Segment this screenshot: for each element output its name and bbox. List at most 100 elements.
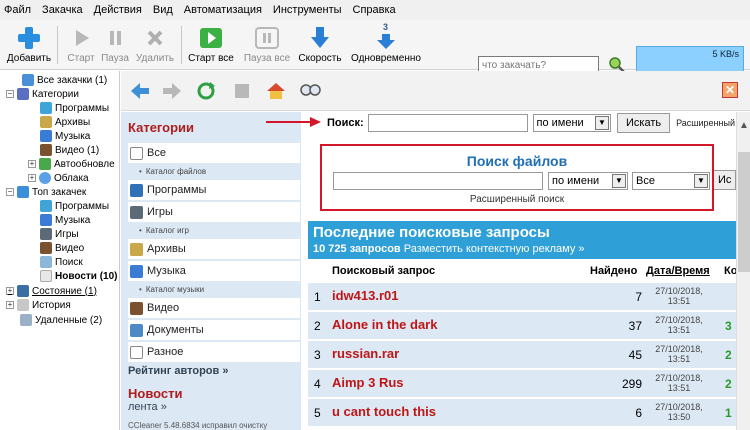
tree-item-all[interactable]: Все закачки (1)	[22, 73, 107, 87]
query-link[interactable]: Aimp 3 Rus	[332, 375, 404, 390]
search-button[interactable]: Искать	[616, 113, 671, 133]
menu-download[interactable]: Закачка	[42, 4, 83, 16]
query-link[interactable]: u cant touch this	[332, 404, 436, 419]
tree-item-top-programs[interactable]: Программы	[40, 199, 109, 213]
place-ad-link[interactable]: Разместить контекстную рекламу »	[404, 243, 585, 255]
menu-actions[interactable]: Действия	[94, 4, 142, 16]
category-sub-files[interactable]: Каталог файлов	[139, 167, 206, 176]
category-games[interactable]: Игры	[128, 202, 300, 222]
vertical-scrollbar[interactable]: ▲	[736, 112, 750, 430]
advanced-search-link[interactable]: Расширенный	[676, 118, 735, 128]
category-music[interactable]: Музыка	[128, 261, 300, 281]
play-icon	[68, 26, 94, 50]
collapse-icon[interactable]: −	[6, 90, 14, 98]
category-video[interactable]: Видео	[128, 298, 300, 318]
search-mode-select[interactable]: по имени ▼	[532, 114, 611, 132]
tree-item-top-music[interactable]: Музыка	[40, 213, 90, 227]
close-icon[interactable]: ✕	[722, 82, 738, 98]
news-title: Новости	[128, 386, 183, 401]
tree-item-programs[interactable]: Программы	[40, 101, 109, 115]
search-icon	[40, 256, 52, 268]
file-search-scope-select[interactable]: Все ▼	[632, 172, 710, 190]
query-link[interactable]: Alone in the dark	[332, 317, 437, 332]
tree-item-categories[interactable]: − Категории	[6, 87, 79, 101]
row-number: 2	[314, 319, 321, 333]
ko-value: 1	[725, 406, 732, 420]
down-arrow-icon	[307, 26, 333, 50]
expand-icon[interactable]: +	[28, 174, 36, 182]
file-search-mode-select[interactable]: по имени ▼	[548, 172, 628, 190]
tree-item-autoupdate[interactable]: + Автообновле	[28, 157, 115, 171]
menu-file[interactable]: Файл	[4, 4, 31, 16]
tree-item-music[interactable]: Музыка	[40, 129, 90, 143]
home-icon[interactable]	[265, 80, 287, 102]
expand-icon[interactable]: +	[6, 301, 14, 309]
category-archives[interactable]: Архивы	[128, 239, 300, 259]
stop-icon[interactable]	[231, 80, 253, 102]
news-item[interactable]: CCleaner 5.48.6834 исправил очистку	[128, 421, 267, 430]
category-sub-games[interactable]: Каталог игр	[139, 226, 189, 235]
tree-item-history[interactable]: + История	[6, 298, 71, 312]
query-link[interactable]: idw413.r01	[332, 288, 399, 303]
category-sub-music[interactable]: Каталог музыки	[139, 285, 204, 294]
menu-tools[interactable]: Инструменты	[273, 4, 342, 16]
expand-icon[interactable]: +	[28, 160, 36, 168]
advanced-search-link[interactable]: Расширенный поиск	[322, 194, 712, 205]
search-field[interactable]	[367, 114, 528, 132]
tree-item-label: Удаленные (2)	[35, 314, 103, 326]
tree-item-top-video[interactable]: Видео	[40, 241, 84, 255]
forward-arrow-icon[interactable]	[161, 80, 183, 102]
pause-button[interactable]: Пауза	[99, 23, 131, 67]
scroll-up-icon[interactable]: ▲	[737, 120, 750, 131]
back-arrow-icon[interactable]	[129, 80, 151, 102]
scroll-thumb[interactable]	[738, 152, 750, 272]
chevron-down-icon: ▼	[612, 174, 626, 188]
category-documents[interactable]: Документы	[128, 320, 300, 340]
tree-item-search[interactable]: Поиск	[40, 255, 83, 269]
query-datetime: 27/10/2018, 13:50	[655, 402, 703, 422]
expand-icon[interactable]: +	[6, 287, 14, 295]
menu-help[interactable]: Справка	[353, 4, 396, 16]
start-button[interactable]: Старт	[62, 23, 100, 67]
authors-rating-link[interactable]: Рейтинг авторов »	[128, 365, 228, 377]
add-label: Добавить	[6, 53, 52, 64]
main-toolbar: Добавить Старт Пауза Удалить Старт все П…	[0, 20, 750, 82]
found-count: 299	[621, 377, 642, 391]
column-query[interactable]: Поисковый запрос	[332, 265, 435, 277]
category-misc[interactable]: Разное	[128, 342, 300, 362]
menu-view[interactable]: Вид	[153, 4, 173, 16]
tree-item-label: Музыка	[55, 130, 91, 142]
news-feed-link[interactable]: лента »	[128, 401, 167, 413]
menu-automation[interactable]: Автоматизация	[184, 4, 262, 16]
tree-item-label: Видео	[55, 242, 85, 254]
speed-readout: 5 KB/s	[712, 49, 739, 59]
tree-item-state[interactable]: + Состояние (1)	[6, 284, 97, 298]
column-date[interactable]: Дата/Время	[646, 265, 710, 277]
start-all-button[interactable]: Старт все	[185, 23, 237, 67]
category-label: Разное	[147, 346, 184, 358]
query-link[interactable]: russian.rar	[332, 346, 399, 361]
column-found[interactable]: Найдено	[590, 265, 637, 277]
add-button[interactable]: Добавить	[3, 23, 55, 67]
find-icon[interactable]	[299, 80, 321, 102]
category-programs[interactable]: Программы	[128, 180, 300, 200]
tree-item-news[interactable]: Новости (10)	[40, 269, 118, 283]
tree-item-video[interactable]: Видео (1)	[40, 143, 99, 157]
tree-item-top[interactable]: − Топ закачек	[6, 185, 86, 199]
speed-button[interactable]: Скорость	[296, 23, 344, 67]
tree-item-top-games[interactable]: Игры	[40, 227, 79, 241]
file-search-button[interactable]: Ис	[714, 170, 736, 190]
category-all[interactable]: Все	[128, 143, 300, 163]
refresh-icon[interactable]	[195, 80, 217, 102]
tree-item-archives[interactable]: Архивы	[40, 115, 90, 129]
collapse-icon[interactable]: −	[6, 188, 14, 196]
tree-item-clouds[interactable]: + Облака	[28, 171, 89, 185]
pause-label: Пауза	[101, 53, 129, 64]
tree-item-deleted[interactable]: Удаленные (2)	[20, 313, 102, 327]
file-search-field[interactable]	[333, 172, 543, 190]
delete-button[interactable]: Удалить	[134, 23, 176, 67]
query-count: 10 725 запросов	[313, 243, 401, 255]
pause-all-button[interactable]: Пауза все	[241, 23, 293, 67]
file-icon	[130, 146, 143, 160]
simultaneous-button[interactable]: 3 Одновременно	[348, 22, 424, 67]
